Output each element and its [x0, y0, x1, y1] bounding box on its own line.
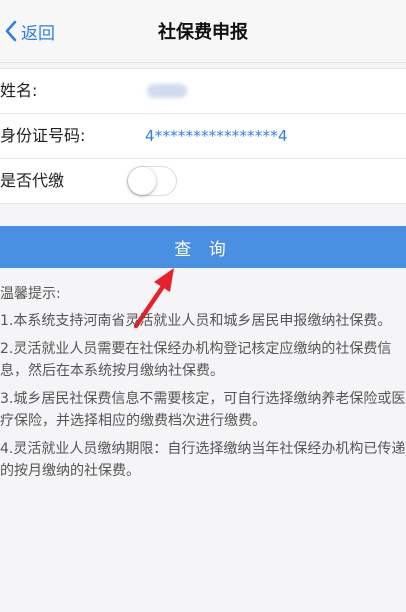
declaration-form: 姓名: 身份证号码: 4****************4 是否代缴 — [0, 68, 406, 204]
id-value: 4****************4 — [145, 127, 288, 145]
id-row: 身份证号码: 4****************4 — [0, 114, 406, 159]
tip-item: 3.城乡居民社保费信息不需要核定，可自行选择缴纳养老保险或医疗保险，并选择相应的… — [0, 391, 406, 429]
name-value-redacted — [147, 84, 187, 98]
proxy-row: 是否代缴 — [0, 159, 406, 203]
page-title: 社保费申报 — [158, 22, 248, 43]
proxy-label: 是否代缴 — [0, 171, 65, 190]
query-button[interactable]: 查 询 — [0, 226, 406, 268]
nav-bar: 返回 社保费申报 — [0, 0, 406, 63]
tip-item: 4.灵活就业人员缴纳期限：自行选择缴纳当年社保经办机构已传递的按月缴纳的社保费。 — [0, 441, 406, 479]
toggle-knob — [128, 167, 156, 195]
tip-item: 1.本系统支持河南省灵活就业人员和城乡居民申报缴纳社保费。 — [0, 313, 392, 329]
tips-heading: 温馨提示: — [0, 286, 61, 302]
name-row: 姓名: — [0, 69, 406, 114]
tips-section: 温馨提示: 1.本系统支持河南省灵活就业人员和城乡居民申报缴纳社保费。 2.灵活… — [0, 284, 406, 488]
name-label: 姓名: — [0, 81, 38, 100]
tip-item: 2.灵活就业人员需要在社保经办机构登记核定应缴纳的社保费信息，然后在本系统按月缴… — [0, 341, 392, 379]
proxy-toggle[interactable] — [127, 166, 177, 196]
id-label: 身份证号码: — [0, 126, 86, 145]
